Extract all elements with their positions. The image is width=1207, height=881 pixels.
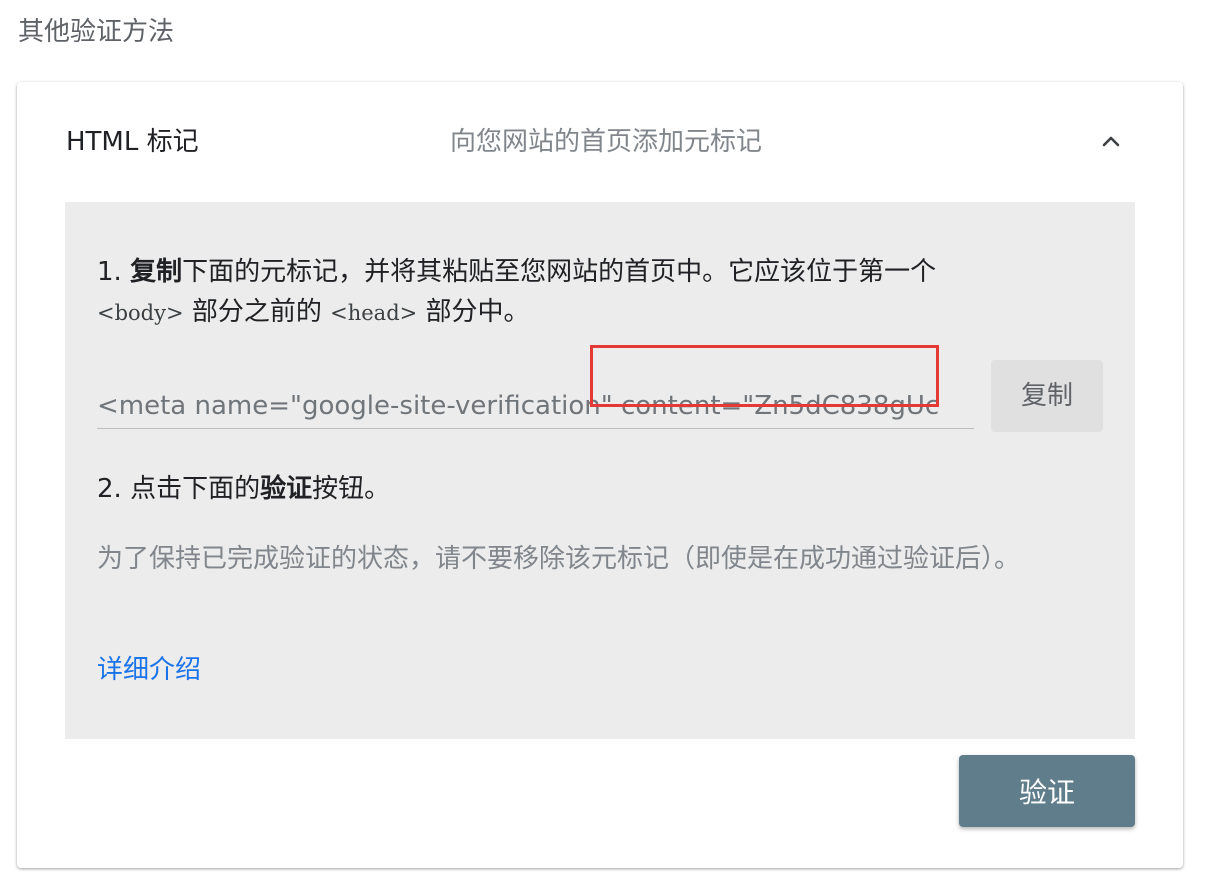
collapse-button[interactable] (1089, 122, 1133, 162)
method-description: 向您网站的首页添加元标记 (450, 127, 763, 157)
method-name: HTML 标记 (66, 127, 199, 157)
learn-more-link[interactable]: 详细介绍 (97, 650, 201, 690)
copy-button[interactable]: 复制 (991, 360, 1103, 432)
chevron-up-icon (1102, 136, 1120, 147)
step-1-text-c: 部分中。 (417, 297, 530, 327)
head-tag: <head> (330, 301, 418, 325)
step-2-bold: 验证 (260, 474, 313, 504)
body-tag: <body> (97, 301, 184, 325)
verification-method-card: HTML 标记 向您网站的首页添加元标记 1. 复制下面的元标记，并将其粘贴至您… (17, 82, 1183, 868)
keep-tag-note: 为了保持已完成验证的状态，请不要移除该元标记（即使是在成功通过验证后）。 (97, 544, 1021, 574)
step-1-prefix: 1. (97, 257, 131, 287)
step-1-instruction: 1. 复制下面的元标记，并将其粘贴至您网站的首页中。它应该位于第一个 <body… (97, 252, 1107, 333)
verify-button[interactable]: 验证 (959, 755, 1135, 827)
step-1-bold: 复制 (130, 257, 183, 287)
step-2-suffix: 按钮。 (312, 474, 391, 504)
step-2-instruction: 2. 点击下面的验证按钮。 (97, 469, 390, 509)
method-header[interactable]: HTML 标记 向您网站的首页添加元标记 (17, 82, 1183, 202)
step-2-prefix: 2. 点击下面的 (97, 474, 261, 504)
instructions-panel: 1. 复制下面的元标记，并将其粘贴至您网站的首页中。它应该位于第一个 <body… (65, 202, 1135, 739)
section-title: 其他验证方法 (18, 17, 175, 47)
meta-tag-field[interactable]: <meta name="google-site-verification" co… (97, 384, 974, 429)
step-1-text-a: 下面的元标记，并将其粘贴至您网站的首页中。它应该位于第一个 (182, 257, 937, 287)
step-1-text-b: 部分之前的 (183, 297, 331, 327)
